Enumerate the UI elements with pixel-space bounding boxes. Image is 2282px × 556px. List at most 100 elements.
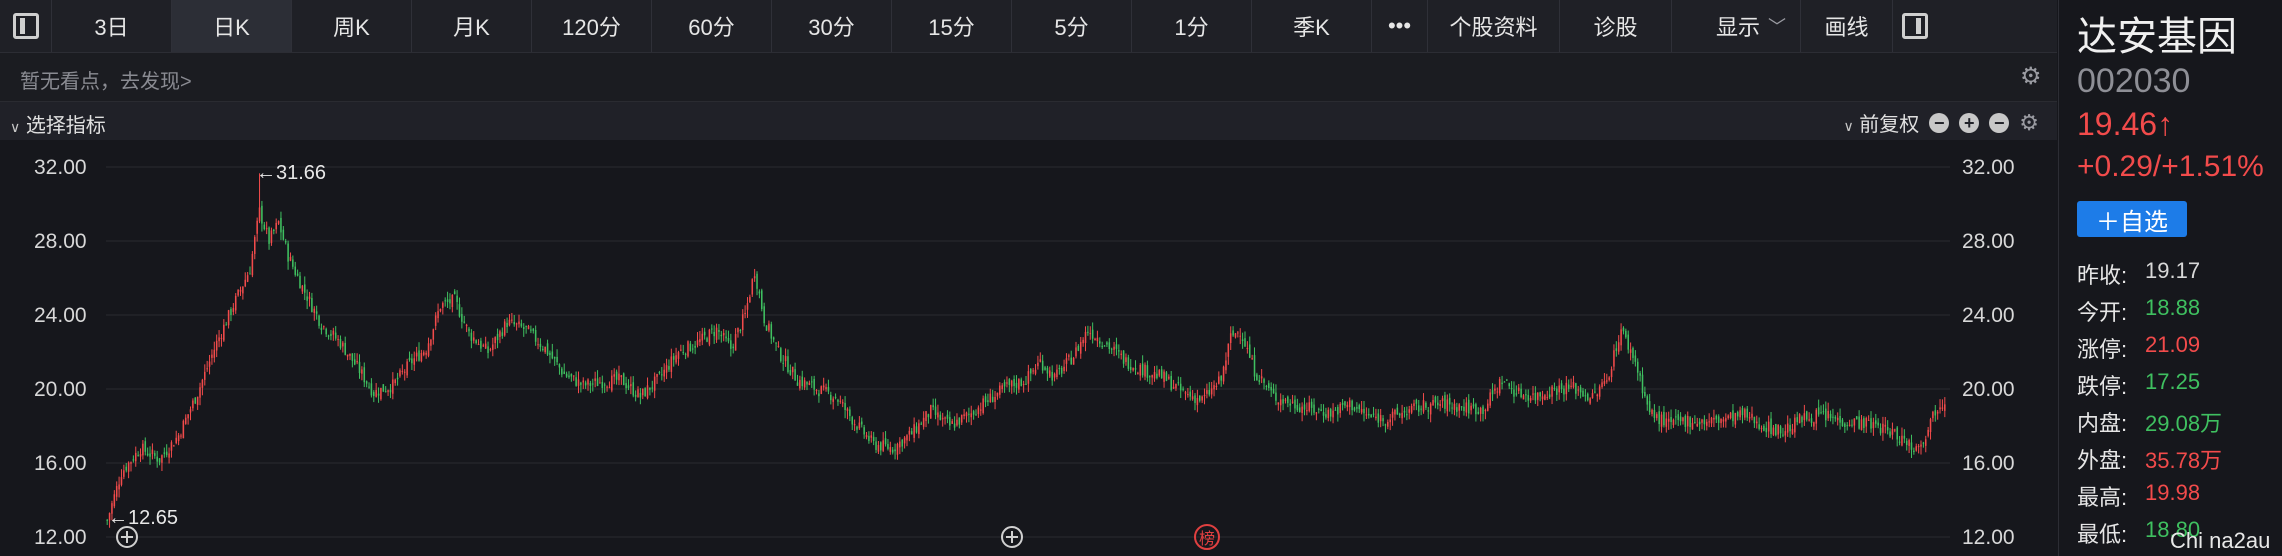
adjust-dropdown[interactable]: ∨ 前复权 [1843,108,1919,137]
candle-body [1886,427,1889,431]
adjust-label: 前复权 [1859,114,1920,136]
kline-chart[interactable]: 32.00 28.00 24.00 20.00 16.00 12.00 32.00 28.0… [0,141,2057,556]
candle-body [1470,405,1472,411]
tab-stock-profile[interactable]: 个股资料 [1428,0,1560,52]
candle-body [332,330,335,335]
zoom-out-icon[interactable]: − [1929,112,1950,133]
candle-body [1667,418,1670,422]
candle-body [1734,412,1737,425]
candle-body [1665,418,1668,427]
candle-body [1006,382,1008,384]
candle-body [246,275,249,282]
candle-body [346,354,349,357]
gear-icon[interactable]: ⚙ [2020,62,2042,91]
candle-body [1696,423,1699,427]
candle-body [649,387,651,390]
candle-body [1315,412,1318,414]
candle-body [1208,389,1211,395]
candle-body [1517,387,1520,392]
candle-body [1151,375,1153,378]
candle-body [1551,386,1553,397]
chevron-down-icon: ﹀ [1768,17,1786,37]
left-panel-toggle-button[interactable] [0,0,52,52]
zoom-in-icon[interactable]: + [1959,112,1980,133]
tab-120-min[interactable]: 120分 [532,0,652,52]
candle-body [489,349,492,351]
candle-body [320,327,323,330]
tab-daily-k[interactable]: 日K [172,0,292,52]
candle-body [891,449,894,453]
candle-body [396,377,399,380]
candle-body [844,402,846,411]
tab-15-min[interactable]: 15分 [892,0,1012,52]
candle-body [501,332,504,336]
stat-row: 今开: 18.88 [2077,295,2222,332]
candle-body [232,308,235,312]
candle-body [1713,417,1715,420]
candle-body [922,417,925,427]
candle-body [582,380,585,383]
candle-body [334,332,337,339]
candle-body [1265,386,1268,388]
tab-quarterly-k[interactable]: 季K [1252,0,1372,52]
candle-body [1044,367,1046,370]
candle-body [1248,344,1251,358]
candle-body [899,441,901,448]
candle-body [1934,410,1937,416]
candle-body [1670,416,1672,423]
tab-3-day[interactable]: 3日 [52,0,172,52]
tab-60-min[interactable]: 60分 [652,0,772,52]
candle-body [1510,387,1513,389]
highlights-link[interactable]: 暂无看点，去发现> [20,65,192,94]
candle-body [1046,367,1049,374]
candle-body [553,357,556,359]
tab-monthly-k[interactable]: 月K [412,0,532,52]
candle-body [1815,409,1818,424]
candle-body [641,388,644,396]
candle-body [449,299,451,304]
gear-icon[interactable]: ⚙ [2019,110,2039,136]
candle-body [1168,376,1170,379]
candle-body [206,368,208,370]
draw-line-button[interactable]: 画线 [1801,0,1893,52]
candle-body [1867,419,1870,421]
candle-body [1591,393,1594,399]
candle-body [965,412,968,417]
candle-body [1477,411,1480,414]
candle-body [458,304,461,317]
candle-body [570,374,573,377]
candle-body [815,389,818,391]
right-panel-toggle-button[interactable] [1893,0,1937,52]
more-tabs-button[interactable]: ••• [1372,0,1428,52]
candle-body [918,423,920,435]
tab-1-min[interactable]: 1分 [1132,0,1252,52]
sidebar-panel-icon [12,13,39,39]
candle-body [577,379,580,386]
candle-body [813,378,815,390]
tab-weekly-k[interactable]: 周K [292,0,412,52]
candle-body [370,383,373,396]
candle-body [480,340,482,349]
remove-icon[interactable]: − [1989,112,2010,133]
add-to-watchlist-button[interactable]: ＋自选 [2077,201,2187,237]
tab-30-min[interactable]: 30分 [772,0,892,52]
tab-stock-diagnosis[interactable]: 诊股 [1560,0,1672,52]
tab-5-min[interactable]: 5分 [1012,0,1132,52]
candle-body [1301,406,1303,413]
candle-body [887,444,889,449]
candle-body [713,331,715,337]
candle-body [1408,409,1411,413]
candle-body [1244,338,1246,347]
candle-body [1467,399,1470,414]
candle-body [468,328,470,332]
display-dropdown[interactable]: 显示 ﹀ [1672,0,1801,52]
candle-body [142,443,144,456]
candle-body [1465,402,1468,413]
indicator-select[interactable]: ∨ 选择指标 [10,109,106,138]
candle-body [856,426,858,430]
candle-body [1277,402,1280,405]
candle-body [796,382,799,386]
candle-body [1194,395,1196,403]
candle-body [756,273,758,289]
candle-body [851,417,854,425]
